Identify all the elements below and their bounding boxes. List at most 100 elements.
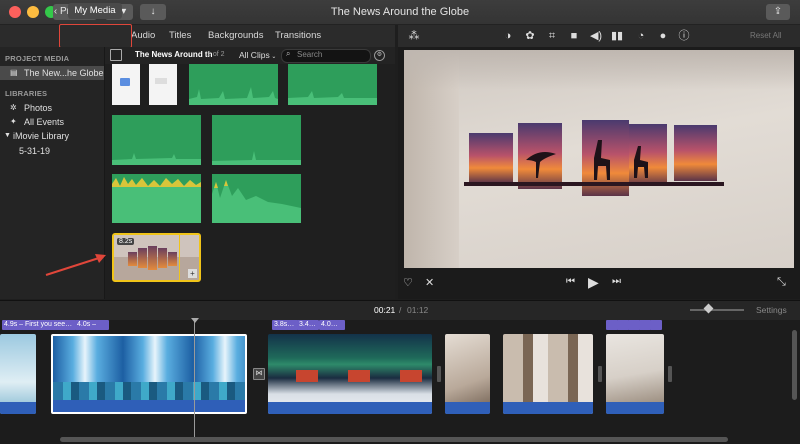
waveform bbox=[189, 87, 278, 105]
browser-count: 1 of 2 bbox=[207, 51, 225, 58]
speedometer-icon[interactable]: ◔ bbox=[634, 29, 648, 43]
clip-trim-handle[interactable] bbox=[598, 366, 602, 382]
libraries-header: LIBRARIES bbox=[5, 89, 48, 98]
share-button[interactable]: ⇪ bbox=[766, 4, 790, 20]
audio-clip-thumbnail[interactable] bbox=[212, 174, 301, 223]
magic-wand-icon[interactable]: ⁂ bbox=[407, 29, 421, 43]
tab-backgrounds[interactable]: Backgrounds bbox=[208, 25, 263, 47]
clapper-icon: ▤ bbox=[10, 68, 18, 77]
audio-clip-thumbnail[interactable] bbox=[112, 115, 201, 165]
canvas-panel bbox=[168, 252, 177, 266]
photos-icon: ✲ bbox=[10, 103, 17, 112]
clips-filter-dropdown[interactable]: All Clips ⌄ bbox=[239, 50, 276, 60]
fullscreen-icon[interactable]: ⤡ bbox=[777, 276, 786, 289]
clip-duration-badge: 8.2s bbox=[117, 238, 135, 245]
canvas-panel bbox=[128, 252, 137, 266]
title-clip[interactable] bbox=[650, 320, 662, 330]
camera-icon[interactable]: ■ bbox=[567, 29, 581, 43]
transition-icon[interactable]: ⋈ bbox=[253, 368, 265, 380]
sidebar-item-all-events[interactable]: All Events bbox=[24, 117, 64, 127]
cabin bbox=[348, 370, 370, 382]
timeline-video-clip-dogs[interactable] bbox=[503, 334, 593, 414]
audio-strip bbox=[53, 400, 245, 412]
chevron-down-icon: ⌄ bbox=[269, 54, 277, 60]
title-clip[interactable]: 4.0s – bbox=[75, 320, 109, 330]
video-preview bbox=[404, 50, 794, 268]
audio-strip bbox=[606, 402, 664, 414]
browser-project-name: The News Around th bbox=[135, 50, 213, 59]
tab-audio[interactable]: Audio bbox=[131, 25, 155, 47]
color-palette-icon[interactable]: ✿ bbox=[523, 29, 537, 43]
cabin bbox=[296, 370, 318, 382]
play-icon[interactable]: ▶ bbox=[588, 274, 599, 291]
waveform bbox=[212, 151, 301, 165]
app-icon bbox=[120, 78, 130, 86]
tab-titles[interactable]: Titles bbox=[169, 25, 191, 47]
skimmer-line bbox=[179, 235, 180, 280]
water-pool bbox=[53, 382, 245, 402]
timeline-video-clip[interactable] bbox=[0, 334, 36, 414]
timeline-video-clip-waterfall[interactable] bbox=[51, 334, 247, 414]
annotation-highlight-box bbox=[59, 24, 132, 48]
media-browser: 8.2s + bbox=[105, 64, 395, 299]
waveform bbox=[212, 180, 301, 223]
crop-icon[interactable]: ⌗ bbox=[545, 29, 559, 43]
sidebar-item-event-date[interactable]: 5-31-19 bbox=[19, 146, 50, 156]
search-input[interactable]: ⌕ Search bbox=[281, 49, 371, 63]
waveform bbox=[112, 153, 201, 165]
equalizer-icon[interactable]: ▮▮ bbox=[610, 29, 624, 43]
sidebar-toggle-icon[interactable] bbox=[110, 49, 122, 61]
sidebar-item-photos[interactable]: Photos bbox=[24, 103, 52, 113]
clip-trim-handle[interactable] bbox=[668, 366, 672, 382]
title-clip[interactable]: 4.0… bbox=[319, 320, 345, 330]
savanna-silhouette bbox=[464, 140, 724, 186]
clip-trim-handle[interactable] bbox=[437, 366, 441, 382]
reset-all-button[interactable]: Reset All bbox=[750, 29, 782, 43]
audio-strip bbox=[268, 402, 432, 414]
sidebar-item-imovie-library[interactable]: iMovie Library bbox=[13, 131, 69, 141]
disclosure-triangle-icon[interactable]: ▼ bbox=[4, 132, 11, 139]
timeline-video-clip-dog[interactable] bbox=[445, 334, 490, 414]
total-time: 01:12 bbox=[407, 305, 429, 315]
search-icon: ⌕ bbox=[286, 49, 291, 58]
phone-screenshot-thumbnail[interactable] bbox=[112, 64, 140, 105]
tab-my-media[interactable]: My Media bbox=[68, 3, 122, 19]
waveform bbox=[288, 91, 377, 105]
phone-screenshot-thumbnail[interactable] bbox=[149, 64, 177, 105]
canvas-panel bbox=[148, 246, 157, 270]
star-icon: ✦ bbox=[10, 117, 17, 126]
zoom-slider[interactable] bbox=[690, 309, 744, 311]
volume-icon[interactable]: ◀) bbox=[589, 29, 603, 43]
timeline-settings-button[interactable]: Settings bbox=[756, 305, 787, 315]
timeline-horizontal-scrollbar[interactable] bbox=[60, 437, 728, 442]
filter-icon[interactable]: ● bbox=[656, 29, 670, 43]
waveform bbox=[112, 177, 201, 223]
reject-x-icon[interactable]: ✕ bbox=[425, 276, 434, 289]
canvas-panel bbox=[138, 248, 147, 268]
title-clip[interactable]: 3.4… bbox=[297, 320, 319, 330]
title-clip[interactable]: 3.8s… bbox=[272, 320, 298, 330]
timeline-video-clip-aurora[interactable] bbox=[268, 334, 432, 414]
search-placeholder: Search bbox=[297, 50, 323, 59]
canvas-panel bbox=[158, 248, 167, 268]
selected-video-clip[interactable]: 8.2s + bbox=[112, 233, 201, 282]
color-balance-icon[interactable]: ◑ bbox=[501, 29, 515, 43]
project-media-header: PROJECT MEDIA bbox=[5, 54, 70, 63]
skip-back-icon[interactable]: ⏮ bbox=[566, 276, 575, 287]
browser-settings-gear-icon[interactable]: ⚙ bbox=[374, 50, 385, 61]
audio-clip-thumbnail[interactable] bbox=[189, 64, 278, 105]
favorite-heart-icon[interactable]: ♡ bbox=[403, 276, 413, 289]
annotation-arrow-icon bbox=[45, 254, 106, 276]
audio-clip-thumbnail[interactable] bbox=[288, 64, 377, 105]
add-to-project-button[interactable]: + bbox=[188, 269, 197, 278]
audio-clip-thumbnail[interactable] bbox=[112, 174, 201, 223]
cabin bbox=[400, 370, 422, 382]
skip-forward-icon[interactable]: ⏭ bbox=[612, 276, 621, 287]
tab-transitions[interactable]: Transitions bbox=[275, 25, 321, 47]
timeline-vertical-scrollbar[interactable] bbox=[792, 330, 797, 400]
timeline-video-clip-pet[interactable] bbox=[606, 334, 664, 414]
title-clip[interactable]: 4.9s – First you see… bbox=[2, 320, 76, 330]
playhead[interactable] bbox=[194, 318, 195, 440]
info-icon[interactable]: ⓘ bbox=[677, 29, 691, 43]
audio-clip-thumbnail[interactable] bbox=[212, 115, 301, 165]
